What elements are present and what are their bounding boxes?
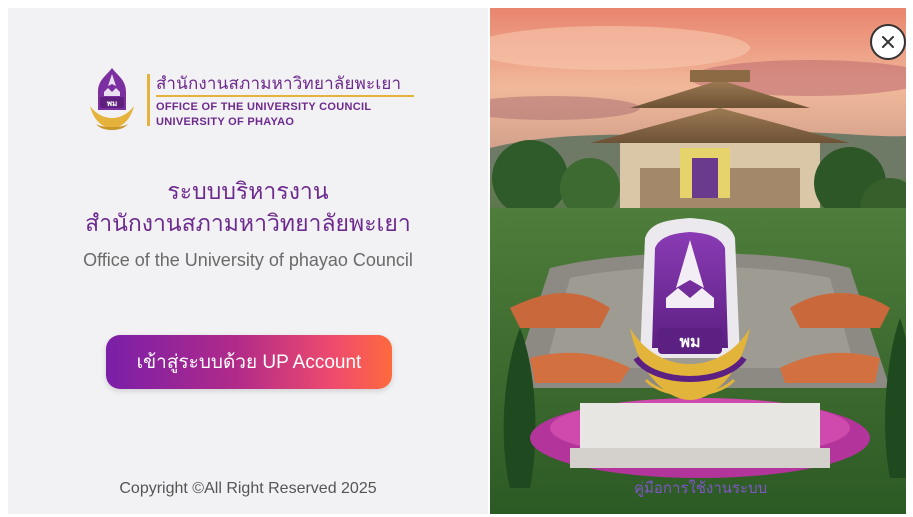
system-title-line2: สำนักงานสภามหาวิทยาลัยพะเยา (85, 211, 411, 237)
campus-photo: พม (490, 8, 906, 514)
system-title-line1: ระบบบริหารงาน (167, 179, 329, 205)
login-panel: พม สำนักงานสภามหาวิทยาลัยพะเยา OFFICE OF… (8, 8, 488, 514)
university-seal-icon: พม (90, 68, 134, 130)
login-modal: พม สำนักงานสภามหาวิทยาลัยพะเยา OFFICE OF… (0, 0, 913, 517)
up-account-login-button[interactable]: เข้าสู่ระบบด้วย UP Account (106, 335, 392, 389)
system-subtitle: Office of the University of phayao Counc… (83, 250, 413, 270)
office-name-english: OFFICE OF THE UNIVERSITY COUNCIL (156, 101, 372, 113)
logo-divider (147, 74, 150, 126)
campus-photo-image: พม (490, 8, 906, 514)
close-button[interactable] (870, 24, 906, 60)
office-name-thai: สำนักงานสภามหาวิทยาลัยพะเยา (156, 74, 402, 94)
svg-text:พม: พม (107, 99, 118, 108)
university-name-english: UNIVERSITY OF PHAYAO (156, 116, 295, 128)
close-icon (882, 36, 894, 48)
logo-rule (156, 95, 414, 97)
copyright-text: Copyright ©All Right Reserved 2025 (119, 480, 377, 497)
svg-text:พม: พม (679, 332, 700, 351)
office-logo: พม สำนักงานสภามหาวิทยาลัยพะเยา OFFICE OF… (84, 66, 434, 146)
user-manual-link[interactable]: คู่มือการใช้งานระบบ (634, 476, 767, 500)
